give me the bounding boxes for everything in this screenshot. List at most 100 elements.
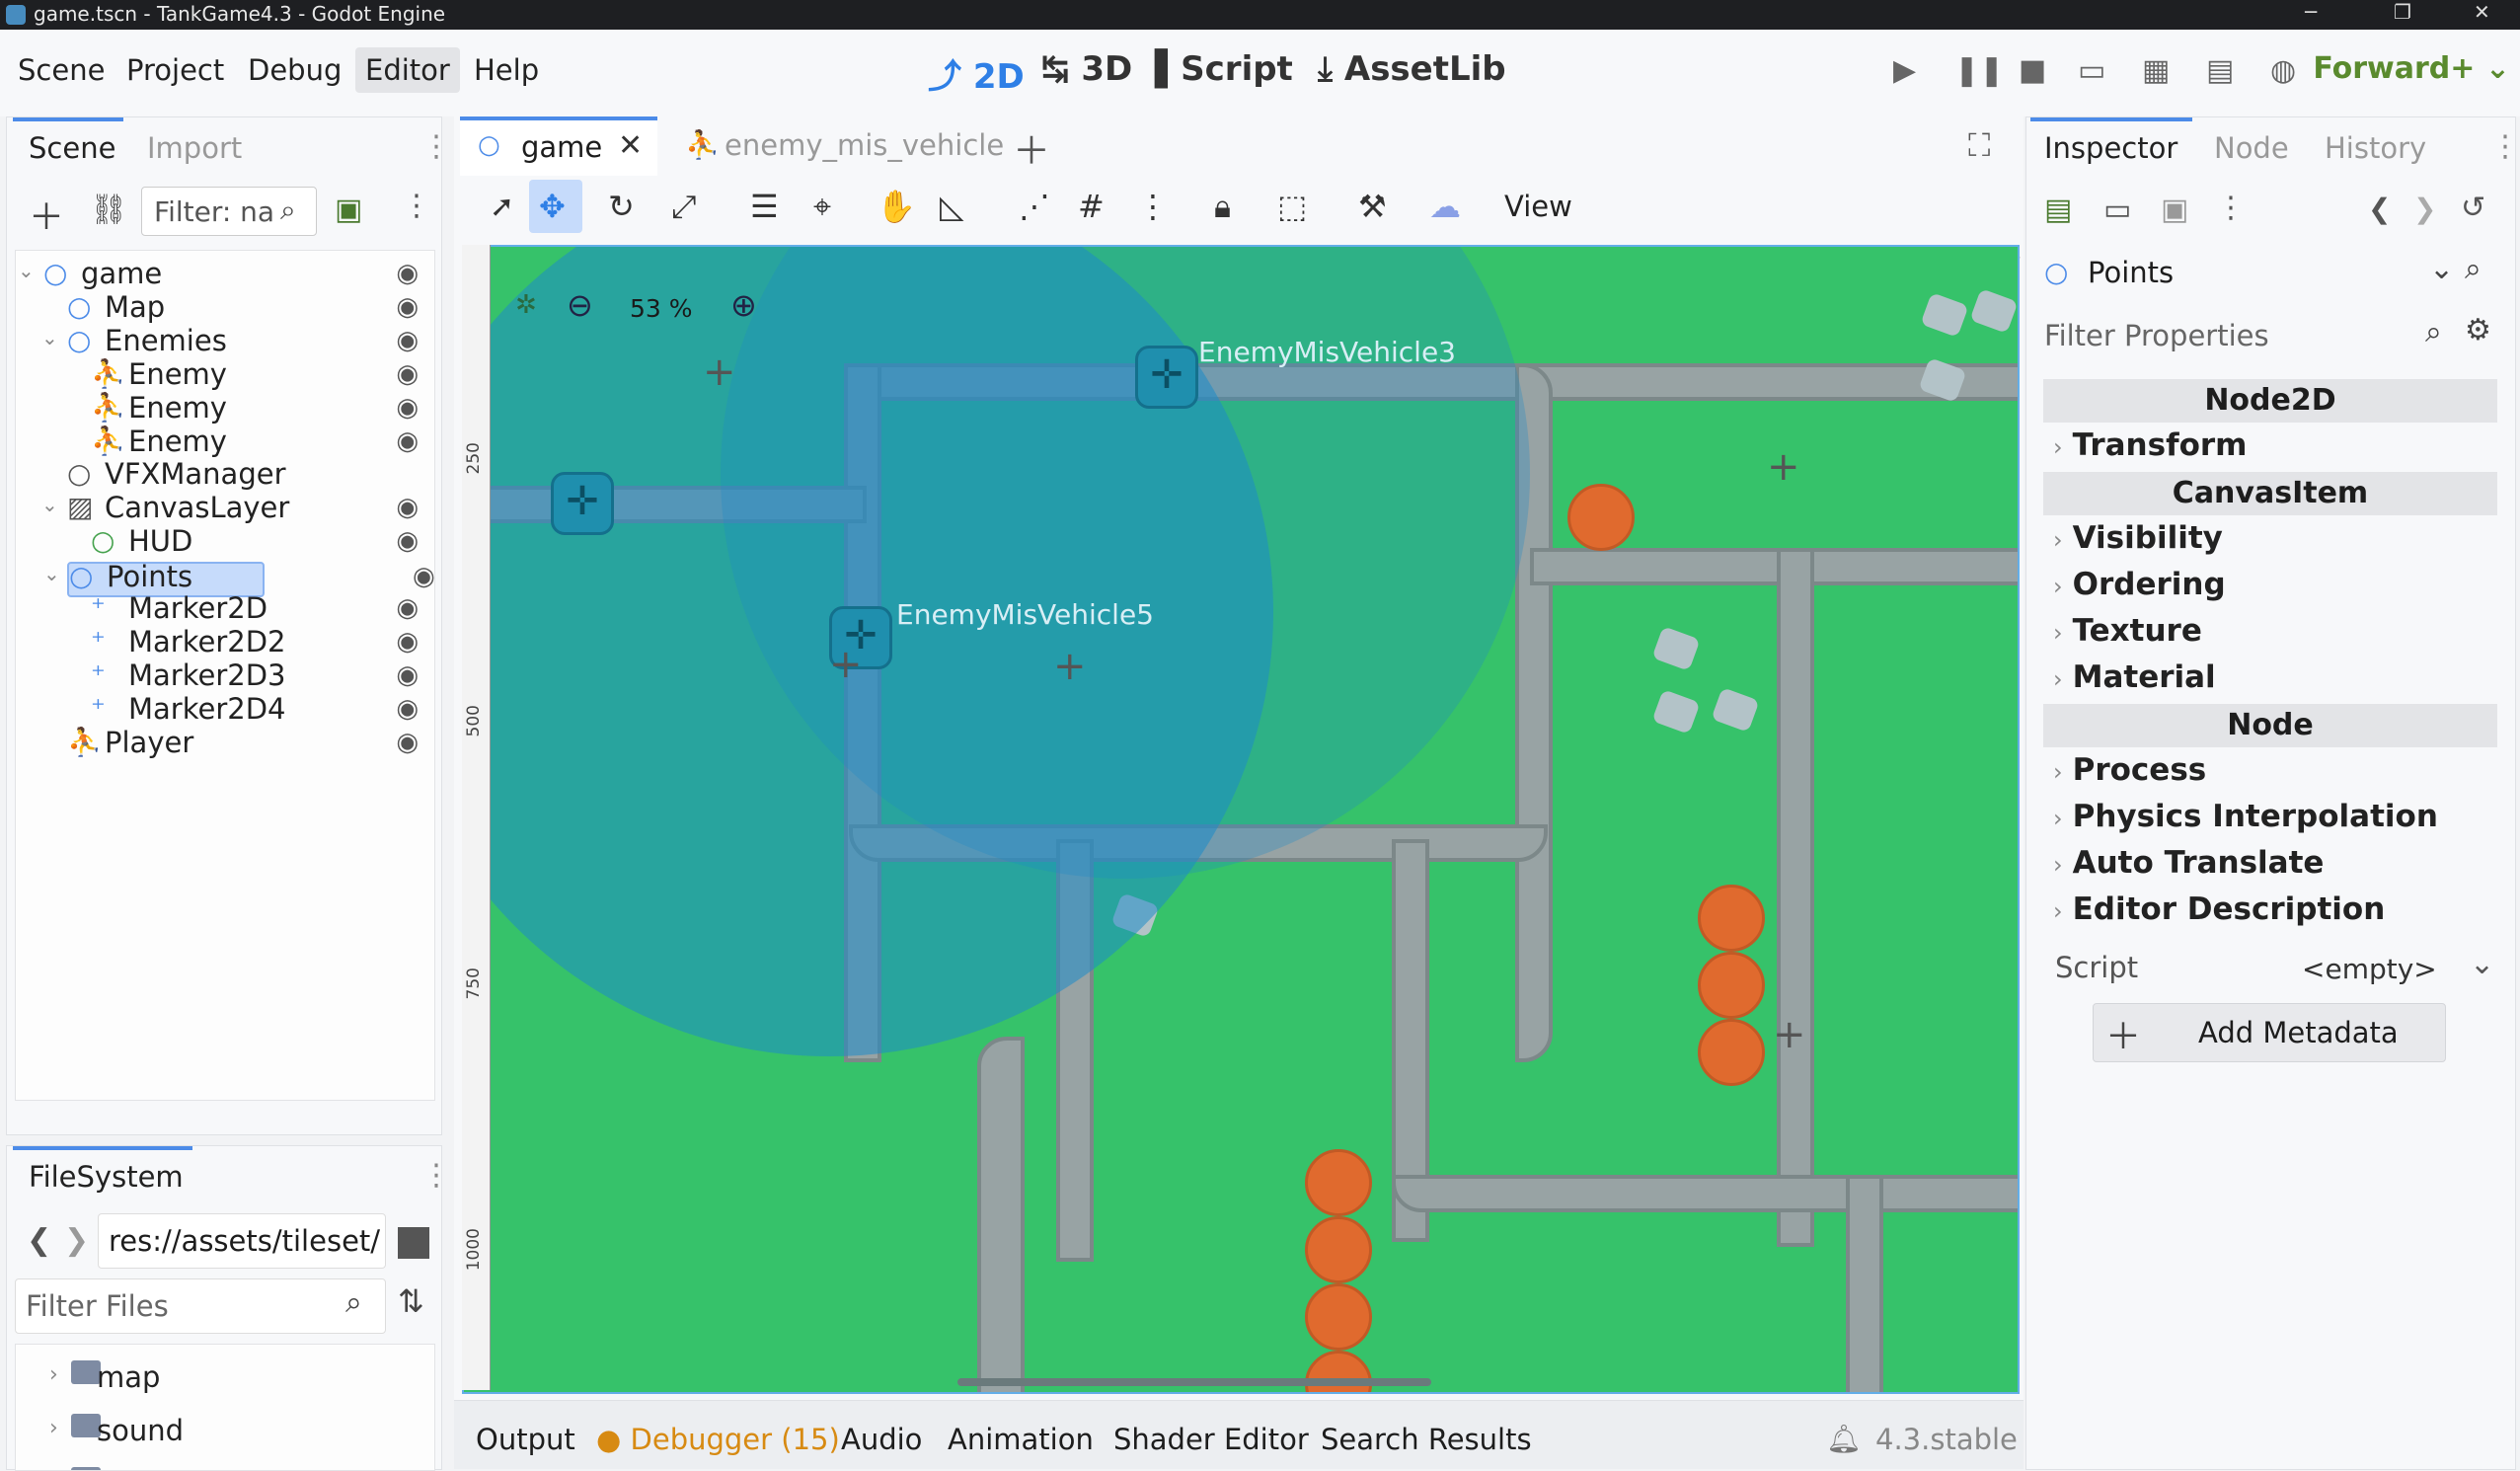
back-icon[interactable]: ❮ (27, 1223, 51, 1258)
tab-debugger[interactable]: ● Debugger (15) (596, 1423, 840, 1456)
visibility-eye-icon[interactable]: ◉ (396, 526, 419, 556)
inspector-property-group[interactable]: › Ordering (2053, 567, 2226, 602)
visibility-eye-icon[interactable]: ◉ (396, 259, 419, 288)
mode-3d-button[interactable]: ↹ 3D (1041, 49, 1132, 89)
scene-tree-row[interactable]: ⌄ ▨ CanvasLayer ◉ (16, 491, 434, 526)
scene-tab-game[interactable]: ○ game ✕ (460, 116, 657, 176)
visibility-eye-icon[interactable]: ◉ (396, 426, 419, 456)
zoom-out-icon[interactable]: ⊖ (567, 286, 593, 324)
scene-tree-row[interactable]: ⁺ Marker2D3 ◉ (16, 658, 434, 694)
tab-audio[interactable]: Audio (841, 1423, 922, 1456)
history-back-icon[interactable]: ❮ (2368, 193, 2391, 225)
chevron-down-icon[interactable]: ⌄ (43, 562, 60, 585)
link-icon[interactable]: ⛓ (90, 193, 127, 227)
chevron-down-icon[interactable]: ⌄ (41, 326, 58, 349)
folder-row-tools[interactable]: › tools (16, 1457, 434, 1470)
movie-maker-icon[interactable]: ◍ (2270, 53, 2296, 88)
scene-tree-row[interactable]: ⁺ Marker2D4 ◉ (16, 692, 434, 728)
inspector-options-icon[interactable]: ⋮ (2216, 191, 2246, 225)
tab-import[interactable]: Import (147, 131, 242, 165)
marker2d-cross[interactable]: + (1773, 1012, 1806, 1057)
scene-tree-row[interactable]: ⌄ ○ Enemies ◉ (16, 324, 434, 359)
view-menu-button[interactable]: View (1504, 190, 1572, 223)
inspector-property-group[interactable]: › Transform (2053, 427, 2247, 463)
tab-shader-editor[interactable]: Shader Editor (1113, 1423, 1309, 1456)
menu-help[interactable]: Help (464, 47, 549, 93)
horizontal-scrollbar[interactable] (957, 1378, 1431, 1386)
inspector-property-group[interactable]: › Texture (2053, 613, 2202, 649)
scene-tree-row[interactable]: ○ VFXManager (16, 457, 434, 493)
file-filter-field[interactable]: Filter Files ⌕ (15, 1278, 386, 1334)
group-icon[interactable]: ⬚ (1277, 188, 1307, 225)
visibility-eye-icon[interactable]: ◉ (396, 393, 419, 423)
marker2d-cross[interactable]: + (703, 349, 736, 395)
folder-row-map[interactable]: › map (16, 1351, 434, 1404)
scene-tree-row[interactable]: ⁺ Marker2D ◉ (16, 591, 434, 627)
chevron-down-icon[interactable]: ⌄ (18, 259, 35, 282)
marker2d-cross[interactable]: + (1767, 444, 1800, 490)
tab-output[interactable]: Output (476, 1423, 575, 1456)
visibility-eye-icon[interactable]: ◉ (396, 326, 419, 355)
add-tab-icon[interactable]: ＋ (1013, 120, 1050, 175)
history-forward-icon[interactable]: ❯ (2413, 193, 2436, 225)
smart-snap-icon[interactable]: ⋰ (1019, 188, 1050, 225)
scene-tree-row[interactable]: ⛹ Enemy ◉ (16, 425, 434, 460)
mode-script-button[interactable]: ▌Script (1155, 49, 1293, 89)
enemy-vehicle[interactable]: ✛ (1135, 346, 1198, 409)
menu-scene[interactable]: Scene (8, 47, 115, 93)
menu-editor[interactable]: Editor (355, 47, 460, 93)
remote-debug-icon[interactable]: ▭ (2078, 53, 2105, 88)
dock-menu-icon[interactable]: ⋮ (421, 1158, 451, 1193)
grid-snap-icon[interactable]: # (1078, 188, 1105, 225)
enemy-vehicle[interactable]: ✛ (551, 472, 614, 535)
select-tool-icon[interactable]: ➚ (490, 190, 514, 224)
scene-options-icon[interactable]: ⋮ (402, 189, 431, 223)
stop-icon[interactable]: ■ (2019, 53, 2046, 88)
object-selector[interactable]: ○ Points ⌄ (2034, 246, 2469, 299)
play-custom-scene-icon[interactable]: ▤ (2206, 53, 2234, 88)
visibility-eye-icon[interactable]: ◉ (396, 593, 419, 623)
node-search-icon[interactable]: ⌕ (2465, 252, 2482, 286)
visibility-eye-icon[interactable]: ◉ (396, 694, 419, 724)
inspector-property-group[interactable]: › Auto Translate (2053, 845, 2324, 881)
scene-tree-row[interactable]: ⛹ Player ◉ (16, 726, 434, 761)
inspector-property-group[interactable]: › Editor Description (2053, 891, 2385, 927)
visibility-eye-icon[interactable]: ◉ (396, 627, 419, 657)
visibility-eye-icon[interactable]: ◉ (396, 493, 419, 522)
center-view-icon[interactable]: ✲ (515, 290, 537, 320)
scene-tree-row[interactable]: ⛹ Enemy ◉ (16, 391, 434, 426)
visibility-eye-icon[interactable]: ◉ (396, 292, 419, 322)
split-mode-icon[interactable] (398, 1227, 429, 1259)
tab-history[interactable]: History (2325, 131, 2426, 165)
scene-tab-enemy-mis-vehicle[interactable]: ⛹ enemy_mis_vehicle (673, 120, 1029, 172)
instantiate-scene-icon[interactable]: ▣ (335, 193, 362, 227)
visibility-eye-icon[interactable]: ◉ (396, 359, 419, 389)
visibility-eye-icon[interactable]: ◉ (396, 660, 419, 690)
inspector-property-group[interactable]: › Visibility (2053, 520, 2223, 556)
pivot-tool-icon[interactable]: ⌖ (813, 188, 831, 226)
maximize-button[interactable]: ❐ (2394, 0, 2411, 24)
tab-scene[interactable]: Scene (29, 131, 115, 165)
minimize-button[interactable]: ─ (2305, 0, 2317, 24)
save-icon[interactable]: ▣ (2161, 193, 2188, 227)
snap-options-icon[interactable]: ⋮ (1137, 188, 1169, 225)
fullscreen-icon[interactable]: ⛶ (1968, 126, 1990, 165)
pause-icon[interactable]: ❚❚ (1954, 53, 2004, 88)
menu-debug[interactable]: Debug (238, 47, 351, 93)
sort-icon[interactable]: ⇅ (398, 1282, 424, 1320)
scene-tree-row[interactable]: ○ Map ◉ (16, 290, 434, 326)
close-window-button[interactable]: ✕ (2474, 0, 2490, 24)
scene-tree-row[interactable]: ⌄ ○ game ◉ (16, 257, 434, 292)
renderer-select[interactable]: Forward+ ⌄ (2313, 51, 2510, 86)
scene-tree-row[interactable]: ○ HUD ◉ (16, 524, 434, 560)
list-select-icon[interactable]: ☰ (750, 188, 779, 225)
folder-row-sound[interactable]: › sound (16, 1404, 434, 1457)
inspector-property-group[interactable]: › Physics Interpolation (2053, 799, 2438, 834)
script-property-row[interactable]: Script <empty> ⌄ (2035, 943, 2499, 996)
rotate-tool-icon[interactable]: ↻ (608, 188, 635, 225)
inspector-property-group[interactable]: › Material (2053, 659, 2216, 695)
tab-filesystem[interactable]: FileSystem (29, 1160, 184, 1194)
close-tab-icon[interactable]: ✕ (618, 128, 643, 163)
mode-2d-button[interactable]: ⤴ 2D (928, 49, 1025, 98)
dock-menu-icon[interactable]: ⋮ (421, 129, 451, 164)
